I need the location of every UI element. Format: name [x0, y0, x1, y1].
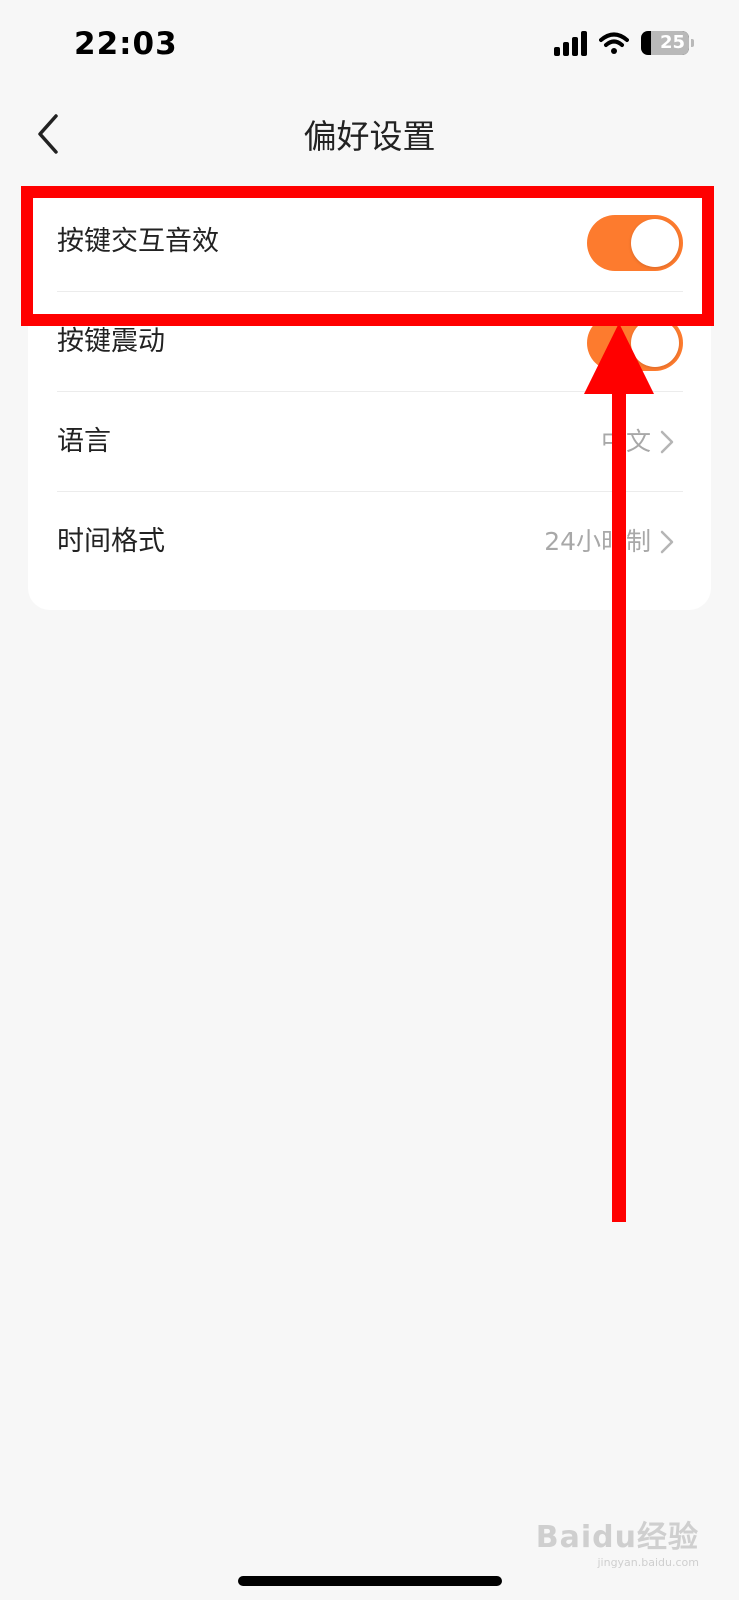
watermark-logo: Baidu经验 [535, 1520, 699, 1555]
setting-row-key-vibration: 按键震动 [28, 292, 711, 392]
nav-bar: 偏好设置 [0, 100, 739, 168]
battery-level: 25 [659, 32, 685, 53]
setting-label: 时间格式 [57, 526, 165, 557]
watermark-url: jingyan.baidu.com [597, 1556, 699, 1569]
chevron-right-icon [660, 530, 674, 554]
signal-icon [554, 30, 587, 56]
battery-icon: 25 [641, 31, 694, 55]
settings-card: 按键交互音效 按键震动 语言 中文 时间格式 24小时制 [28, 192, 711, 610]
page-title: 偏好设置 [303, 117, 436, 156]
language-value: 中文 [600, 427, 651, 456]
setting-row-time-format[interactable]: 时间格式 24小时制 [28, 492, 711, 592]
wifi-icon [599, 32, 629, 54]
watermark: Baidu经验 jingyan.baidu.com [536, 1512, 699, 1569]
setting-row-language[interactable]: 语言 中文 [28, 392, 711, 492]
key-sound-toggle[interactable] [587, 215, 683, 271]
chevron-right-icon [660, 430, 674, 454]
setting-row-key-sound: 按键交互音效 [28, 192, 711, 292]
setting-label: 按键交互音效 [57, 226, 219, 257]
status-time: 22:03 [74, 26, 178, 62]
setting-label: 按键震动 [57, 326, 165, 357]
time-format-value: 24小时制 [544, 527, 651, 556]
status-bar: 22:03 25 [0, 0, 739, 100]
setting-label: 语言 [57, 426, 111, 457]
key-vibration-toggle[interactable] [587, 315, 683, 371]
home-indicator[interactable] [238, 1576, 502, 1586]
status-icons: 25 [554, 30, 694, 56]
